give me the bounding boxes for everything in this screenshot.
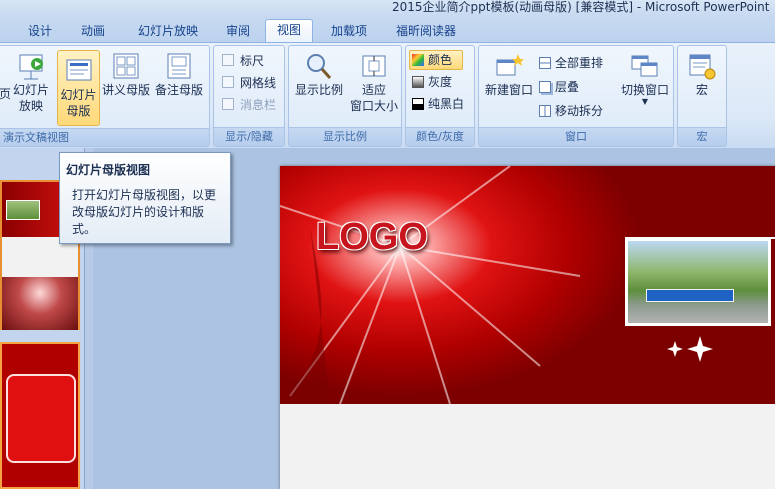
tab-slideshow[interactable]: 幻灯片放映 xyxy=(126,21,210,42)
handout-master-icon xyxy=(111,52,141,80)
company-photo xyxy=(625,238,771,326)
slide-banner: LOGO xyxy=(280,166,775,404)
cascade-button[interactable]: 层叠 xyxy=(539,78,579,96)
group-label-macros: 宏 xyxy=(678,127,726,146)
group-zoom: 显示比例 适应 窗口大小 显示比例 xyxy=(288,45,402,147)
macros-icon xyxy=(687,52,717,80)
ribbon: 页 幻灯片 放映 幻灯片 母版 讲义母版 备注母版 演示文稿视图 标尺 网格线 … xyxy=(0,42,775,149)
thumbnail-content-box xyxy=(6,374,76,463)
arrange-all-icon xyxy=(539,57,551,69)
tooltip-title: 幻灯片母版视图 xyxy=(66,163,151,177)
macros-button[interactable]: 宏 xyxy=(682,52,722,98)
fit-window-icon xyxy=(359,52,389,80)
tab-design[interactable]: 设计 xyxy=(18,21,62,42)
black-white-icon xyxy=(412,98,424,110)
ruler-checkbox-box xyxy=(222,54,234,66)
slide-master-button[interactable]: 幻灯片 母版 xyxy=(57,50,100,126)
slide-master-label: 幻灯片 母版 xyxy=(60,88,97,118)
gridlines-checkbox[interactable]: 网格线 xyxy=(222,74,276,92)
notes-master-icon xyxy=(164,52,194,80)
move-split-label: 移动拆分 xyxy=(555,104,604,118)
group-window: 新建窗口 全部重排 层叠 移动拆分 切换窗口 ▼ 窗口 xyxy=(478,45,674,147)
black-white-label: 纯黑白 xyxy=(428,97,465,111)
dropdown-arrow-icon: ▼ xyxy=(641,97,649,106)
group-label-color-grayscale: 颜色/灰度 xyxy=(406,127,474,146)
slideshow-icon xyxy=(16,52,46,80)
black-white-button[interactable]: 纯黑白 xyxy=(412,95,464,113)
gridlines-checkbox-box xyxy=(222,76,234,88)
group-color-grayscale: 颜色 灰度 纯黑白 颜色/灰度 xyxy=(405,45,475,147)
group-macros: 宏 宏 xyxy=(677,45,727,147)
message-bar-checkbox-box xyxy=(222,98,234,110)
tab-addins[interactable]: 加载项 xyxy=(322,21,376,42)
notes-master-button[interactable]: 备注母版 xyxy=(153,52,205,98)
move-split-icon xyxy=(539,105,551,117)
fit-window-button[interactable]: 适应 窗口大小 xyxy=(347,52,401,114)
slideshow-view-label: 幻灯片 放映 xyxy=(12,83,49,113)
photo-sign xyxy=(646,289,734,302)
slide-canvas[interactable]: LOGO xyxy=(280,166,775,489)
ribbon-tabs: 设计 动画 幻灯片放映 审阅 视图 加载项 福昕阅读器 xyxy=(0,18,775,43)
tab-animations[interactable]: 动画 xyxy=(70,21,116,42)
zoom-label: 显示比例 xyxy=(294,83,343,97)
new-window-button[interactable]: 新建窗口 xyxy=(481,52,537,98)
thumbnail-photo xyxy=(6,200,40,220)
color-icon xyxy=(412,54,424,66)
ruler-label: 标尺 xyxy=(240,54,265,68)
gridlines-label: 网格线 xyxy=(240,76,277,90)
magnifier-icon xyxy=(304,52,334,80)
switch-windows-button[interactable]: 切换窗口 ▼ xyxy=(617,52,673,106)
grayscale-icon xyxy=(412,76,424,88)
slide-thumbnail-2[interactable] xyxy=(0,342,80,489)
macros-label: 宏 xyxy=(695,83,708,97)
new-window-icon xyxy=(494,52,524,80)
message-bar-label: 消息栏 xyxy=(240,98,277,112)
tab-review[interactable]: 审阅 xyxy=(218,21,258,42)
arrange-all-label: 全部重排 xyxy=(555,56,604,70)
zoom-button[interactable]: 显示比例 xyxy=(291,52,347,98)
group-label-zoom: 显示比例 xyxy=(289,127,401,146)
partial-view-button[interactable]: 页 xyxy=(0,86,11,102)
new-window-label: 新建窗口 xyxy=(484,83,533,97)
window-title: 2015企业简介ppt模板(动画母版) [兼容模式] - Microsoft P… xyxy=(392,0,770,14)
switch-windows-icon xyxy=(630,52,660,80)
color-button[interactable]: 颜色 xyxy=(409,50,463,70)
cascade-icon xyxy=(539,81,551,93)
grayscale-button[interactable]: 灰度 xyxy=(412,73,452,91)
fit-window-label: 适应 窗口大小 xyxy=(349,83,398,113)
group-presentation-views: 页 幻灯片 放映 幻灯片 母版 讲义母版 备注母版 演示文稿视图 xyxy=(0,45,210,147)
color-label: 颜色 xyxy=(428,53,453,67)
slide-master-icon xyxy=(64,57,94,85)
group-show-hide: 标尺 网格线 消息栏 显示/隐藏 xyxy=(213,45,285,147)
group-label-show-hide: 显示/隐藏 xyxy=(214,127,284,146)
group-label-presentation-views: 演示文稿视图 xyxy=(0,128,209,146)
ruler-checkbox[interactable]: 标尺 xyxy=(222,52,264,70)
move-split-button[interactable]: 移动拆分 xyxy=(539,102,603,120)
tab-view[interactable]: 视图 xyxy=(265,19,313,43)
switch-windows-label: 切换窗口 xyxy=(620,83,669,97)
slideshow-view-button[interactable]: 幻灯片 放映 xyxy=(9,52,53,114)
arrange-all-button[interactable]: 全部重排 xyxy=(539,54,603,72)
handout-master-button[interactable]: 讲义母版 xyxy=(101,52,151,98)
tab-foxit-reader[interactable]: 福昕阅读器 xyxy=(386,21,466,42)
handout-master-label: 讲义母版 xyxy=(101,83,150,97)
group-label-window: 窗口 xyxy=(479,127,673,146)
tooltip-body: 打开幻灯片母版视图，以更改母版幻灯片的设计和版式。 xyxy=(72,188,217,236)
notes-master-label: 备注母版 xyxy=(154,83,203,97)
logo-text: LOGO xyxy=(316,216,428,258)
message-bar-checkbox: 消息栏 xyxy=(222,96,276,114)
cascade-label: 层叠 xyxy=(555,80,580,94)
slide-master-tooltip: 幻灯片母版视图 打开幻灯片母版视图，以更改母版幻灯片的设计和版式。 xyxy=(59,152,231,244)
thumbnail-footer-graphic xyxy=(2,277,78,330)
title-bar: 2015企业简介ppt模板(动画母版) [兼容模式] - Microsoft P… xyxy=(0,0,775,18)
grayscale-label: 灰度 xyxy=(428,75,453,89)
